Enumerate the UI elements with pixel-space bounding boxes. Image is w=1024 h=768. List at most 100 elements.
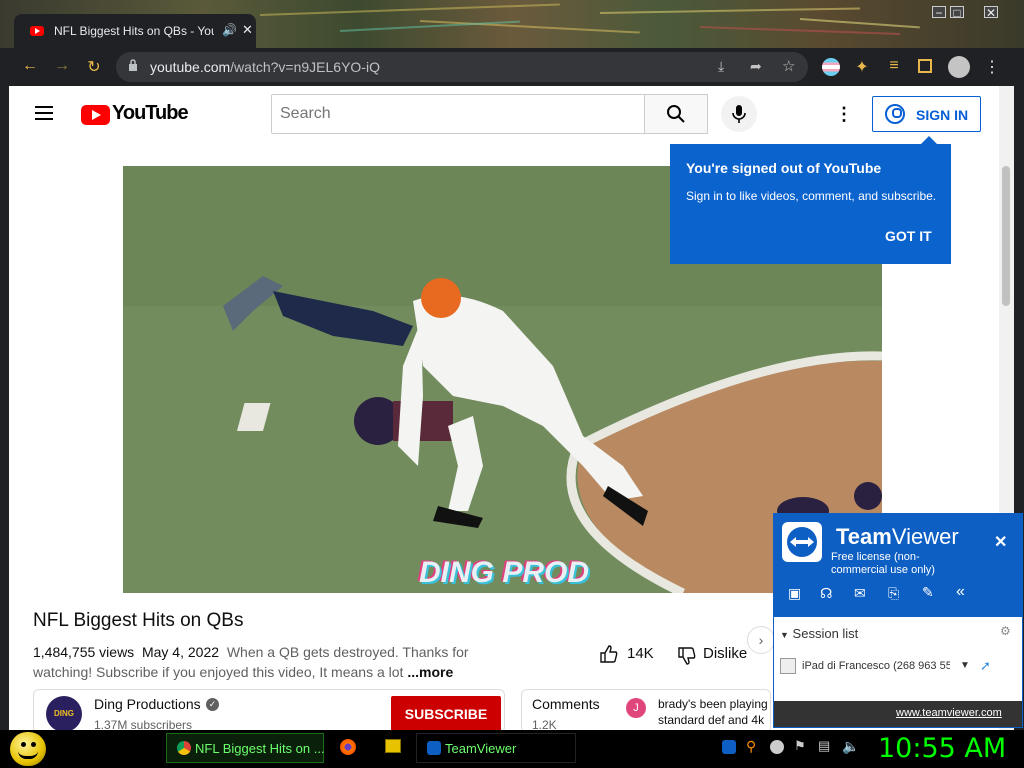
- close-window-button[interactable]: ✕: [984, 6, 998, 19]
- video-watermark: DING PROD: [419, 556, 590, 589]
- headset-icon[interactable]: ☊: [820, 585, 832, 602]
- teamviewer-header: TeamViewer Free license (non-commercial …: [774, 514, 1022, 617]
- audio-playing-icon[interactable]: 🔊: [222, 23, 237, 37]
- comments-count: 1.2K: [532, 718, 557, 730]
- search-input[interactable]: [271, 94, 645, 134]
- scrollbar-thumb[interactable]: [1002, 166, 1010, 306]
- tray-network-icon[interactable]: ▤: [818, 738, 830, 754]
- commenter-avatar: J: [626, 698, 646, 718]
- url-text: youtube.com/watch?v=n9JEL6YO-iQ: [150, 59, 380, 75]
- youtube-logo-icon[interactable]: [81, 105, 110, 125]
- sign-in-label: SIGN IN: [916, 107, 969, 123]
- session-settings-gear-icon[interactable]: ⚙: [1000, 624, 1011, 638]
- sign-in-button[interactable]: SIGN IN: [872, 96, 981, 132]
- teamviewer-small-icon: [427, 741, 441, 755]
- reload-icon[interactable]: ↻: [84, 57, 104, 77]
- separator-icon: [968, 6, 982, 18]
- thumbs-up-icon[interactable]: [599, 644, 619, 664]
- chat-icon[interactable]: ✉: [854, 585, 866, 602]
- voice-search-button[interactable]: [721, 96, 757, 132]
- tray-status-icon[interactable]: [770, 740, 784, 754]
- youtube-logo-text[interactable]: YouTube: [112, 102, 189, 125]
- tray-volume-icon[interactable]: 🔈: [842, 738, 859, 755]
- tray-teamviewer-icon[interactable]: [722, 740, 736, 754]
- settings-kebab-icon[interactable]: ⋮: [835, 104, 853, 125]
- browser-toolbar: ← → ↻ youtube.com/watch?v=n9JEL6YO-iQ ⤓ …: [0, 48, 1024, 86]
- taskbar: NFL Biggest Hits on ... TeamViewer ⚲ ⚑ ▤…: [0, 730, 1024, 768]
- device-icon: [780, 658, 796, 674]
- verified-check-icon: ✓: [206, 698, 219, 711]
- menu-icon[interactable]: [35, 106, 53, 108]
- search-icon: [667, 105, 685, 123]
- chrome-icon: [177, 741, 191, 755]
- video-call-icon[interactable]: ▣: [788, 585, 801, 602]
- profile-flag-icon[interactable]: [822, 58, 840, 76]
- popup-body: Sign in to like videos, comment, and sub…: [686, 189, 937, 203]
- session-dropdown-icon[interactable]: ▼: [960, 660, 970, 671]
- session-list-header[interactable]: ▼ Session list: [780, 626, 858, 641]
- teamviewer-footer: www.teamviewer.com: [774, 701, 1022, 727]
- install-app-icon[interactable]: ⤓: [718, 58, 724, 75]
- teamviewer-website-link[interactable]: www.teamviewer.com: [896, 707, 1002, 719]
- search-button[interactable]: [644, 94, 708, 134]
- back-arrow-icon[interactable]: ←: [20, 57, 40, 75]
- teamviewer-task-label: TeamViewer: [445, 741, 517, 756]
- chrome-menu-icon[interactable]: ⋮: [982, 57, 1002, 77]
- like-count[interactable]: 14K: [627, 645, 654, 662]
- collapse-arrow-icon: ▼: [780, 630, 789, 640]
- subscriber-count: 1.37M subscribers: [94, 718, 193, 730]
- bookmark-star-icon[interactable]: ☆: [782, 57, 795, 75]
- got-it-button[interactable]: GOT IT: [885, 228, 932, 244]
- account-avatar-icon[interactable]: [948, 56, 970, 78]
- video-description[interactable]: 1,484,755 views May 4, 2022 When a QB ge…: [33, 642, 473, 682]
- chrome-task-label: NFL Biggest Hits on ...: [195, 741, 325, 756]
- comments-card[interactable]: Comments 1.2K J brady's been playing sta…: [521, 689, 771, 730]
- tray-search-icon[interactable]: ⚲: [746, 738, 756, 755]
- browser-title-bar: NFL Biggest Hits on QBs - YouTube 🔊 ✕ − …: [0, 0, 1024, 48]
- file-transfer-icon[interactable]: ⎘: [888, 585, 899, 602]
- remote-control-cursor-icon[interactable]: ➚: [980, 658, 991, 674]
- side-panel-icon[interactable]: [918, 59, 932, 73]
- more-link[interactable]: ...more: [407, 664, 453, 680]
- collapse-icon[interactable]: «: [956, 583, 965, 601]
- minimize-window-button[interactable]: −: [932, 6, 946, 19]
- channel-avatar[interactable]: DING: [46, 696, 82, 730]
- license-text: Free license (non-commercial use only): [831, 551, 935, 576]
- dislike-label[interactable]: Dislike: [703, 645, 747, 662]
- browser-tab[interactable]: NFL Biggest Hits on QBs - YouTube 🔊 ✕: [14, 14, 256, 48]
- microphone-icon: [732, 105, 746, 123]
- media-queue-icon[interactable]: ≡: [884, 57, 904, 75]
- share-icon[interactable]: ➦: [750, 58, 762, 75]
- taskbar-clock[interactable]: 10:55 AM: [878, 733, 1006, 764]
- extensions-puzzle-icon[interactable]: ✦: [852, 57, 872, 77]
- teamviewer-logo-icon: [782, 522, 822, 562]
- menu-icon-line: [35, 118, 53, 120]
- video-title: NFL Biggest Hits on QBs: [33, 610, 244, 631]
- firefox-icon[interactable]: [340, 739, 356, 755]
- signed-out-popup: You're signed out of YouTube Sign in to …: [670, 136, 951, 264]
- upload-date: May 4, 2022: [141, 644, 220, 660]
- taskbar-chrome-task[interactable]: NFL Biggest Hits on ...: [166, 733, 325, 763]
- close-icon[interactable]: ✕: [994, 532, 1007, 552]
- subscribe-button[interactable]: SUBSCRIBE: [391, 696, 501, 730]
- thumbs-down-icon[interactable]: [677, 646, 697, 666]
- window-border-left: [0, 86, 9, 730]
- channel-name[interactable]: Ding Productions: [94, 696, 201, 712]
- tray-flag-icon[interactable]: ⚑: [794, 738, 806, 754]
- file-explorer-icon[interactable]: [385, 739, 401, 753]
- forward-arrow-icon[interactable]: →: [52, 57, 72, 75]
- popup-title: You're signed out of YouTube: [686, 160, 882, 176]
- taskbar-teamviewer-task[interactable]: TeamViewer: [416, 733, 576, 763]
- comments-label: Comments: [532, 696, 600, 712]
- start-smiley-icon[interactable]: [10, 732, 46, 766]
- whiteboard-pen-icon[interactable]: ✎: [922, 584, 934, 601]
- channel-card: DING Ding Productions ✓ 1.37M subscriber…: [33, 689, 505, 730]
- session-item[interactable]: iPad di Francesco (268 963 55: [802, 660, 950, 672]
- menu-icon-line: [35, 112, 53, 114]
- close-tab-icon[interactable]: ✕: [242, 22, 253, 38]
- maximize-window-button[interactable]: □: [950, 6, 964, 19]
- address-bar[interactable]: youtube.com/watch?v=n9JEL6YO-iQ ⤓ ➦ ☆: [116, 52, 808, 82]
- account-icon: [885, 104, 905, 124]
- comment-preview: brady's been playing standard def and 4k: [658, 697, 768, 727]
- scroll-right-chevron-icon[interactable]: ›: [747, 626, 775, 654]
